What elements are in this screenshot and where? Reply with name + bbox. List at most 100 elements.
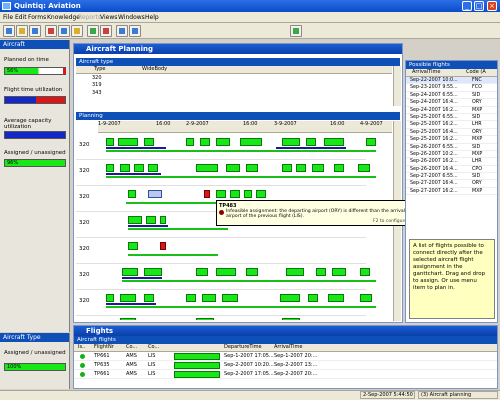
possible-flight-row[interactable]: Sep-22-2007 10:0... FNC bbox=[406, 77, 497, 85]
menu-forms[interactable]: Forms bbox=[28, 13, 46, 22]
flight-block[interactable] bbox=[230, 190, 240, 198]
save-icon[interactable] bbox=[29, 25, 41, 37]
col-code[interactable]: Code (A bbox=[466, 69, 486, 76]
flight-block[interactable] bbox=[222, 294, 238, 302]
gantt-row[interactable]: 320 bbox=[76, 238, 366, 264]
col-departure[interactable]: DepartureTime bbox=[224, 344, 262, 351]
flight-block[interactable] bbox=[106, 164, 114, 172]
possible-flight-row[interactable]: Sep-26-2007 10:2... MXP bbox=[406, 150, 497, 159]
image-icon[interactable] bbox=[87, 25, 99, 37]
flight-block[interactable] bbox=[328, 294, 344, 302]
possible-flight-row[interactable]: Sep-27-2007 16:4... ORY bbox=[406, 180, 497, 188]
open-icon[interactable] bbox=[16, 25, 28, 37]
flight-block[interactable] bbox=[296, 164, 306, 172]
close-button[interactable]: × bbox=[487, 1, 497, 11]
flight-block[interactable] bbox=[148, 164, 158, 172]
flight-block[interactable] bbox=[312, 164, 324, 172]
possible-flight-row[interactable]: Sep-27-2007 16:2... MXP bbox=[406, 187, 497, 196]
gantt-chart[interactable]: 320 320 320 320 320 320 320 320 bbox=[76, 134, 392, 320]
flight-block[interactable] bbox=[282, 164, 292, 172]
menu-edit[interactable]: Edit bbox=[15, 13, 27, 22]
flight-block[interactable] bbox=[120, 164, 130, 172]
type-scrollbar[interactable] bbox=[393, 66, 401, 106]
flight-row[interactable]: TP661 AMS LIS Sep-2-2007 17:05... Sep-2-2007… bbox=[74, 370, 497, 379]
flight-block[interactable] bbox=[134, 164, 144, 172]
menu-file[interactable]: File bbox=[3, 13, 13, 22]
type-row[interactable]: 343 bbox=[92, 90, 102, 97]
flight-block[interactable] bbox=[196, 268, 208, 276]
col-widebody[interactable]: WideBody bbox=[142, 66, 167, 73]
col-type[interactable]: Type bbox=[94, 66, 105, 73]
col-is[interactable]: Is.. bbox=[78, 344, 85, 351]
flight-block[interactable] bbox=[246, 164, 258, 172]
flight-block[interactable] bbox=[256, 190, 266, 198]
type-row[interactable]: 319 bbox=[92, 82, 102, 89]
flight-block[interactable] bbox=[282, 138, 300, 146]
flight-block[interactable] bbox=[186, 294, 196, 302]
menu-help[interactable]: Help bbox=[145, 13, 159, 22]
possible-flight-row[interactable]: Sep-27-2007 6:55... SID bbox=[406, 173, 497, 181]
flight-block[interactable] bbox=[280, 294, 300, 302]
flight-block[interactable] bbox=[146, 216, 156, 224]
minimize-button[interactable]: _ bbox=[462, 1, 472, 11]
possible-flight-row[interactable]: Sep-26-2007 16:2... LHR bbox=[406, 158, 497, 166]
flight-block[interactable] bbox=[286, 268, 304, 276]
flight-block[interactable] bbox=[202, 294, 216, 302]
flight-row[interactable]: TP661 AMS LIS Sep-1-2007 17:05... Sep-1-2007… bbox=[74, 352, 497, 361]
type-row[interactable]: 320 bbox=[92, 75, 102, 82]
flight-block[interactable] bbox=[128, 190, 136, 198]
flight-block-infeasible[interactable] bbox=[160, 242, 166, 250]
flight-block[interactable] bbox=[216, 268, 236, 276]
flight-block[interactable] bbox=[106, 138, 114, 146]
menu-windows[interactable]: Windows bbox=[118, 13, 145, 22]
flight-block[interactable] bbox=[128, 216, 142, 224]
tile-icon[interactable] bbox=[116, 25, 128, 37]
flight-block[interactable] bbox=[144, 138, 154, 146]
possible-flight-row[interactable]: Sep-25-2007 16:2... LHR bbox=[406, 121, 497, 129]
menu-views[interactable]: Views bbox=[100, 13, 117, 22]
flight-block[interactable] bbox=[216, 138, 230, 146]
flight-block[interactable] bbox=[122, 268, 138, 276]
flight-block[interactable] bbox=[200, 138, 210, 146]
flight-block[interactable] bbox=[282, 318, 300, 320]
menu-knowledge[interactable]: Knowledge bbox=[47, 13, 80, 22]
col-arrival-time[interactable]: ArrivalTime bbox=[274, 344, 302, 351]
flight-block[interactable] bbox=[160, 216, 166, 224]
copy-icon[interactable] bbox=[58, 25, 70, 37]
flight-block[interactable] bbox=[334, 164, 344, 172]
flight-block[interactable] bbox=[226, 164, 240, 172]
cut-icon[interactable] bbox=[45, 25, 57, 37]
possible-flight-row[interactable]: Sep-26-2007 6:55... SID bbox=[406, 143, 497, 151]
flight-block[interactable] bbox=[144, 268, 162, 276]
flight-block[interactable] bbox=[246, 268, 258, 276]
flight-block[interactable] bbox=[240, 138, 262, 146]
flight-block[interactable] bbox=[128, 242, 138, 250]
flight-block[interactable] bbox=[144, 294, 154, 302]
possible-flight-row[interactable]: Sep-23-2007 9:55... FCO bbox=[406, 84, 497, 92]
flight-block[interactable] bbox=[196, 318, 214, 320]
flight-block-infeasible[interactable] bbox=[204, 190, 210, 198]
export-icon[interactable] bbox=[290, 25, 302, 37]
col-co2[interactable]: Co... bbox=[148, 344, 159, 351]
menu-reports[interactable]: Reports bbox=[78, 13, 101, 22]
flight-block[interactable] bbox=[118, 138, 138, 146]
flight-block[interactable] bbox=[216, 190, 226, 198]
cascade-icon[interactable] bbox=[129, 25, 141, 37]
col-co1[interactable]: Co... bbox=[126, 344, 137, 351]
flight-block[interactable] bbox=[106, 294, 114, 302]
possible-flight-row[interactable]: Sep-24-2007 16:2... MXP bbox=[406, 106, 497, 114]
possible-flight-row[interactable]: Sep-24-2007 16:4... ORY bbox=[406, 99, 497, 107]
flight-block[interactable] bbox=[244, 190, 252, 198]
flight-row[interactable]: TP635 AMS LIS Sep-2-2007 10:20... Sep-2-2007… bbox=[74, 361, 497, 370]
delete-icon[interactable] bbox=[100, 25, 112, 37]
flight-block-selected[interactable] bbox=[148, 190, 162, 198]
possible-flight-row[interactable]: Sep-24-2007 6:55... SID bbox=[406, 91, 497, 100]
flight-block[interactable] bbox=[366, 138, 376, 146]
flight-block[interactable] bbox=[358, 164, 370, 172]
flight-block[interactable] bbox=[120, 318, 136, 320]
possible-flight-row[interactable]: Sep-25-2007 16:2... MXP bbox=[406, 136, 497, 144]
flight-block[interactable] bbox=[360, 294, 372, 302]
flight-block[interactable] bbox=[324, 138, 344, 146]
flight-block[interactable] bbox=[316, 268, 326, 276]
col-arrival[interactable]: ArrivalTime bbox=[412, 69, 440, 76]
